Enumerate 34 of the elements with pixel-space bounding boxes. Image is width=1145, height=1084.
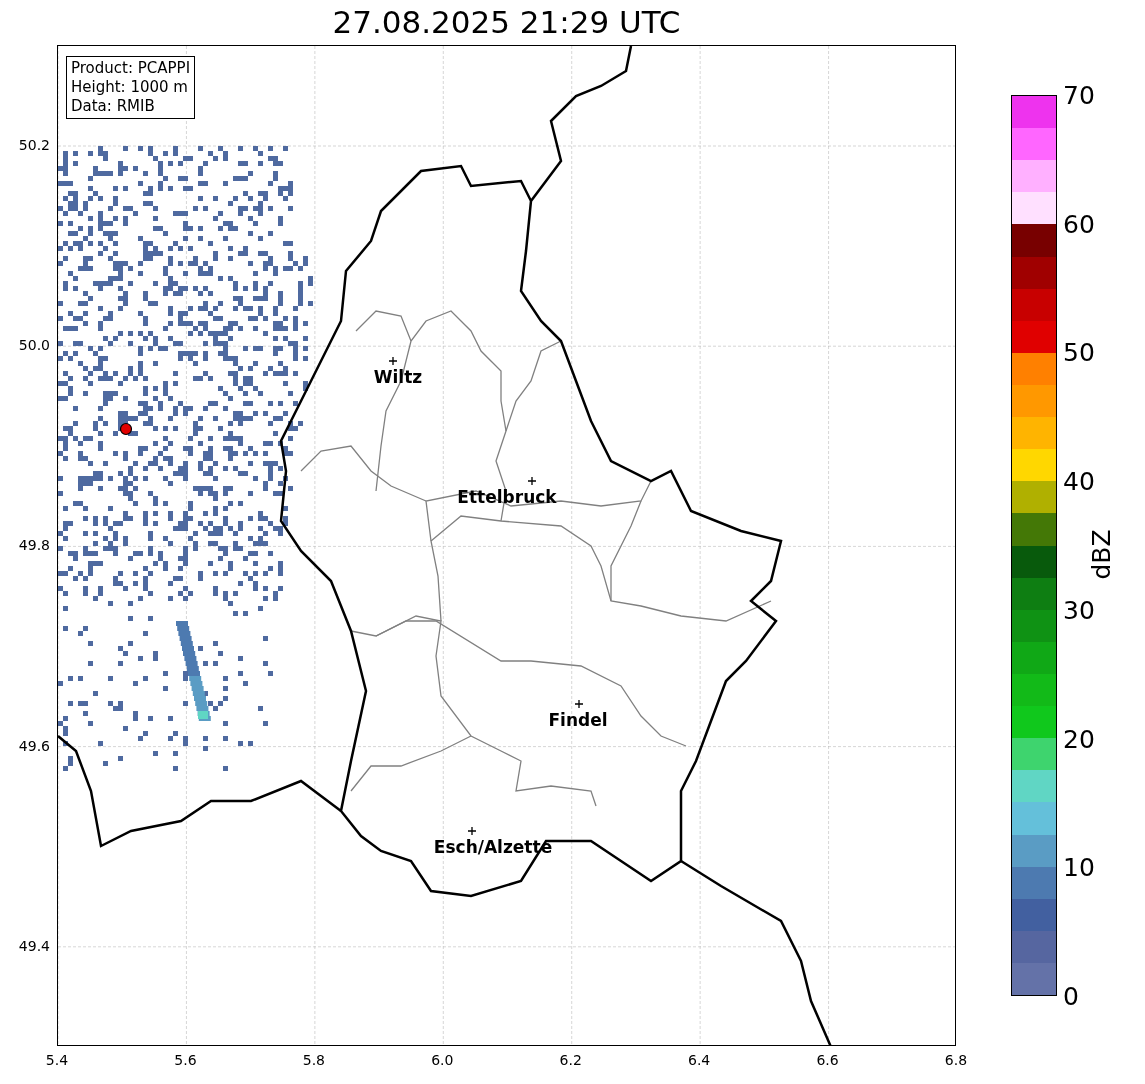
colorbar-tick-label: 50 <box>1063 339 1095 365</box>
city-marker <box>527 476 537 486</box>
colorbar-tick-label: 40 <box>1063 468 1095 494</box>
x-tick-label: 5.8 <box>302 1053 325 1067</box>
colorbar-tick-label: 20 <box>1063 726 1095 752</box>
y-tick-label: 49.4 <box>18 938 50 953</box>
chart-title: 27.08.2025 21:29 UTC <box>332 7 681 38</box>
city-label: Ettelbruck <box>457 488 557 506</box>
x-tick-label: 6.8 <box>944 1053 968 1067</box>
y-tick-label: 50.2 <box>18 138 50 152</box>
city-marker <box>574 699 584 709</box>
x-tick-label: 6.0 <box>431 1053 454 1067</box>
x-tick-label: 6.6 <box>816 1053 839 1067</box>
colorbar-tick-label: 0 <box>1063 983 1079 1009</box>
y-tick-label: 49.6 <box>18 738 50 753</box>
city-label: Wiltz <box>373 368 423 386</box>
info-text: Height: 1000 m <box>71 78 189 97</box>
city-marker <box>467 826 477 836</box>
x-tick-label: 5.4 <box>45 1053 69 1067</box>
y-tick-label: 50.0 <box>18 338 50 353</box>
x-tick-label: 5.6 <box>174 1053 197 1067</box>
colorbar-tick-label: 30 <box>1063 597 1095 623</box>
radar-site-marker <box>119 422 133 436</box>
city-label: Findel <box>548 711 608 729</box>
x-tick-label: 6.2 <box>559 1053 582 1067</box>
city-marker <box>388 356 398 366</box>
colorbar-axis-label: dBZ <box>1088 529 1114 580</box>
colorbar-tick-label: 60 <box>1063 211 1095 237</box>
info-text: Data: RMIB <box>71 97 156 116</box>
info-text: Product: PCAPPI <box>71 59 191 78</box>
y-tick-label: 49.8 <box>18 538 50 553</box>
colorbar-tick-label: 70 <box>1063 82 1095 108</box>
x-tick-label: 6.4 <box>688 1053 711 1067</box>
colorbar-tick-label: 10 <box>1063 854 1095 880</box>
